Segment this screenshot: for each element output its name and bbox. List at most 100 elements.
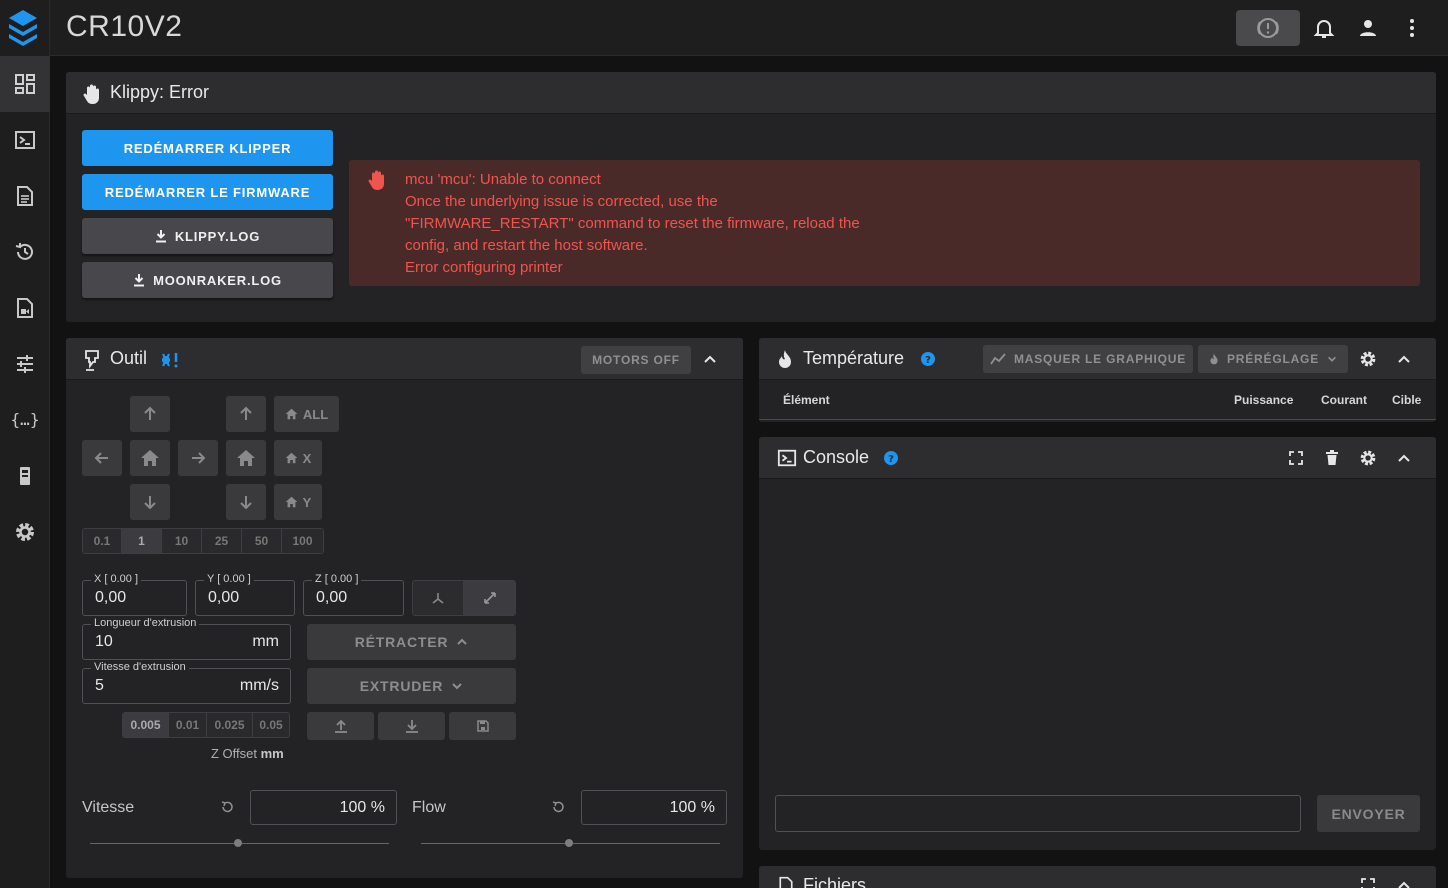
y-position-field[interactable]: Y [ 0.00 ] 0,00: [195, 573, 295, 616]
restart-firmware-button[interactable]: REDÉMARRER LE FIRMWARE: [82, 174, 333, 210]
help-circle-icon[interactable]: ?: [921, 352, 935, 366]
top-bar: CR10V2: [50, 0, 1448, 56]
z-offset-caption: Z Offset mm: [211, 746, 284, 761]
flow-slider-thumb[interactable]: [565, 839, 573, 847]
console-icon: [15, 131, 35, 149]
sidebar-item-dashboard[interactable]: [0, 56, 50, 112]
column-header-power: Puissance: [1234, 393, 1294, 407]
extrusion-length-field[interactable]: Longueur d'extrusion 10 mm: [82, 617, 291, 660]
gear-icon: [16, 523, 34, 541]
z-offset-up-button[interactable]: [307, 712, 374, 740]
console-command-input[interactable]: [775, 795, 1301, 832]
extrusion-speed-value: 5: [95, 677, 104, 694]
extrude-label: EXTRUDER: [359, 678, 444, 694]
jog-z-minus-button[interactable]: [226, 484, 266, 520]
sidebar-item-tuning[interactable]: [0, 336, 50, 392]
jog-y-plus-button[interactable]: [130, 396, 170, 432]
sidebar-item-console[interactable]: [0, 112, 50, 168]
jog-x-plus-button[interactable]: [178, 440, 218, 476]
mainsail-logo-icon[interactable]: [5, 8, 41, 48]
sidebar-item-gcode-viewer[interactable]: [0, 280, 50, 336]
z-step-option[interactable]: 0.025: [207, 713, 253, 737]
home-z-button[interactable]: [226, 440, 266, 476]
send-command-button[interactable]: ENVOYER: [1317, 795, 1420, 832]
home-all-button[interactable]: ALL: [274, 396, 339, 432]
relative-mode-button[interactable]: [464, 581, 515, 615]
klippy-panel-header: Klippy: Error: [66, 72, 1436, 114]
presets-dropdown[interactable]: PRÉRÉGLAGE: [1198, 345, 1348, 373]
x-position-field[interactable]: X [ 0.00 ] 0,00: [82, 573, 187, 616]
jog-x-minus-button[interactable]: [82, 440, 122, 476]
retract-button[interactable]: RÉTRACTER: [307, 624, 516, 660]
z-offset-down-button[interactable]: [378, 712, 445, 740]
download-moonraker-log-button[interactable]: MOONRAKER.LOG: [82, 262, 333, 298]
speed-slider-thumb[interactable]: [234, 839, 242, 847]
printer-3d-nozzle-alert-icon[interactable]: [160, 349, 182, 371]
fire-icon: [1210, 353, 1218, 365]
hide-chart-button[interactable]: MASQUER LE GRAPHIQUE: [983, 345, 1193, 373]
memory-card-icon: [20, 467, 30, 485]
extrude-button[interactable]: EXTRUDER: [307, 668, 516, 704]
z-offset-save-button[interactable]: [449, 712, 516, 740]
fullscreen-icon[interactable]: [1361, 878, 1375, 888]
reset-speed-icon[interactable]: [220, 800, 234, 814]
extrusion-speed-field[interactable]: Vitesse d'extrusion 5 mm/s: [82, 661, 291, 704]
motors-off-button[interactable]: MOTORS OFF: [581, 346, 691, 374]
klippy-panel-title: Klippy: Error: [110, 82, 210, 102]
download-klippy-log-button[interactable]: KLIPPY.LOG: [82, 218, 333, 254]
chevron-up-icon[interactable]: [1396, 352, 1412, 368]
console-panel: Console ? ENVOYER: [759, 437, 1436, 850]
z-position-field[interactable]: Z [ 0.00 ] 0,00: [303, 573, 404, 616]
chevron-up-icon[interactable]: [702, 352, 718, 368]
step-option[interactable]: 1: [122, 529, 162, 553]
step-option[interactable]: 50: [242, 529, 282, 553]
chevron-up-icon[interactable]: [1396, 878, 1412, 888]
sidebar-item-history[interactable]: [0, 224, 50, 280]
speed-factor-input[interactable]: 100 %: [250, 790, 397, 825]
home-y-button[interactable]: Y: [274, 484, 322, 520]
sidebar-item-machine[interactable]: [0, 448, 50, 504]
svg-text:?: ?: [888, 454, 894, 465]
chart-line-icon: [990, 353, 1006, 365]
z-offset-label: Z Offset: [211, 746, 257, 761]
more-vertical-icon[interactable]: [1400, 16, 1424, 40]
gear-icon[interactable]: [1359, 350, 1377, 368]
step-option[interactable]: 0.1: [83, 529, 122, 553]
z-step-option[interactable]: 0.01: [169, 713, 207, 737]
step-option[interactable]: 25: [202, 529, 242, 553]
gear-icon[interactable]: [1359, 449, 1377, 467]
fullscreen-icon[interactable]: [1289, 451, 1303, 465]
step-option[interactable]: 100: [282, 529, 323, 553]
jog-z-plus-button[interactable]: [226, 396, 266, 432]
temperature-panel-header: Température ? MASQUER LE GRAPHIQUE PRÉRÉ…: [759, 338, 1436, 380]
sidebar-item-files[interactable]: [0, 168, 50, 224]
user-account-icon[interactable]: [1356, 16, 1380, 40]
z-offset-step-toggle: 0.005 0.01 0.025 0.05: [122, 712, 290, 738]
files-panel-title: Fichiers: [803, 875, 867, 888]
chevron-up-icon[interactable]: [1396, 451, 1412, 467]
home-all-label: ALL: [302, 406, 329, 422]
home-xy-button[interactable]: [130, 440, 170, 476]
history-icon: [15, 243, 33, 260]
jog-y-minus-button[interactable]: [130, 484, 170, 520]
file-video-icon: [17, 298, 33, 318]
home-x-button[interactable]: X: [274, 440, 322, 476]
trash-icon[interactable]: [1325, 450, 1339, 466]
flow-factor-input[interactable]: 100 %: [581, 790, 727, 825]
emergency-stop-button[interactable]: [1236, 10, 1300, 46]
notifications-bell-icon[interactable]: [1312, 16, 1336, 40]
step-option[interactable]: 10: [162, 529, 202, 553]
sidebar-item-macros[interactable]: {…}: [0, 392, 50, 448]
help-circle-icon[interactable]: ?: [884, 451, 898, 465]
table-divider: [759, 419, 1436, 420]
code-braces-icon: {…}: [12, 410, 38, 429]
home-icon: [285, 408, 298, 420]
z-step-option[interactable]: 0.05: [253, 713, 289, 737]
sidebar-item-settings[interactable]: [0, 504, 50, 560]
tune-icon: [17, 355, 33, 373]
reset-flow-icon[interactable]: [551, 800, 565, 814]
absolute-mode-button[interactable]: [413, 581, 464, 615]
z-step-option[interactable]: 0.005: [123, 713, 169, 737]
emergency-stop-icon: [1257, 18, 1279, 38]
restart-klipper-button[interactable]: REDÉMARRER KLIPPER: [82, 130, 333, 166]
